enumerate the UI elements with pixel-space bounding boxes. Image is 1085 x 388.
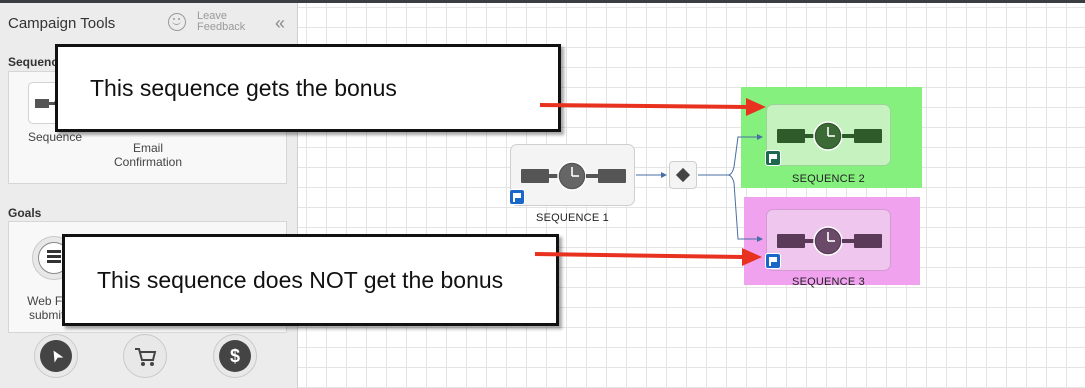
red-arrow-to-sequence-2 — [539, 98, 766, 116]
red-arrow-to-sequence-3 — [534, 248, 762, 266]
annotation-arrows — [534, 98, 766, 266]
